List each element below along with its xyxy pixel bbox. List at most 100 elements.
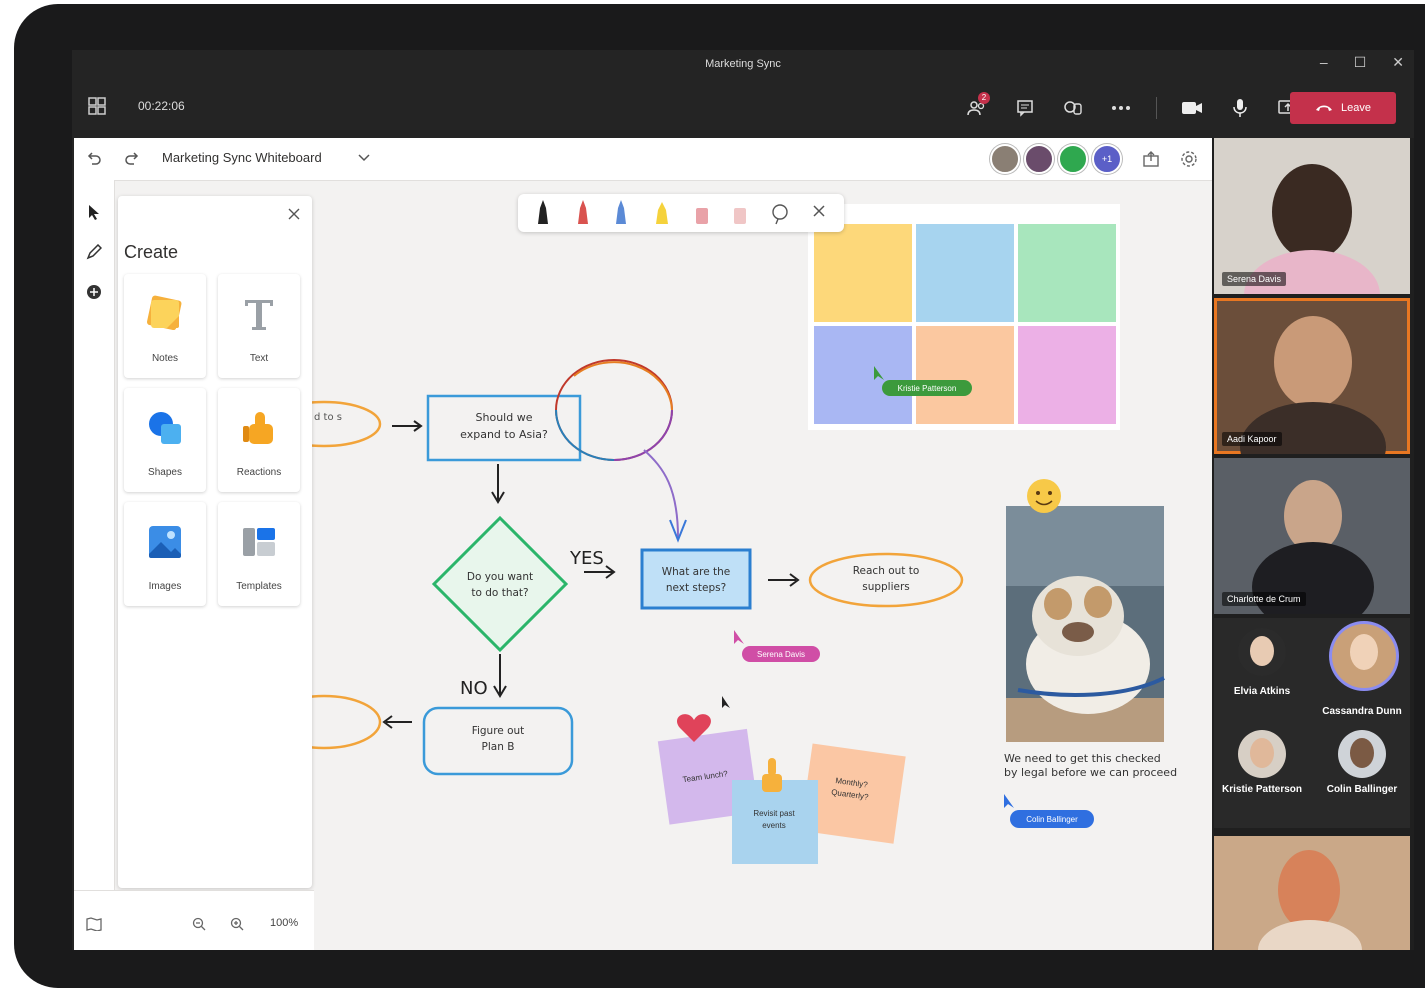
video-tile[interactable]: Serena Davis: [1214, 138, 1410, 294]
share-icon[interactable]: [1142, 150, 1160, 168]
meeting-timer: 00:22:06: [138, 99, 185, 113]
pen-icon: [86, 244, 102, 260]
images-tile[interactable]: Images: [124, 502, 206, 606]
plan-b-line-1: Figure out: [472, 725, 525, 737]
create-heading: Create: [124, 242, 179, 262]
video-tile[interactable]: Charlotte de Crum: [1214, 458, 1410, 614]
no-label: NO: [460, 678, 488, 699]
next-steps-box[interactable]: [640, 548, 752, 610]
teams-window: Marketing Sync – ☐ ✕ 00:22:06 2 Leave d …: [72, 50, 1414, 950]
thumbs-up-icon: [243, 412, 273, 444]
template-cell-blue[interactable]: [916, 224, 1014, 322]
zoom-out-icon[interactable]: [192, 917, 206, 931]
blue-pen-icon[interactable]: [616, 200, 626, 224]
chat-icon: [1017, 100, 1033, 117]
map-icon[interactable]: [86, 917, 102, 931]
shapes-label: Shapes: [148, 467, 182, 478]
reactions-tile[interactable]: Reactions: [218, 388, 300, 492]
template-cell-peach[interactable]: [916, 326, 1014, 424]
eraser-icon[interactable]: [734, 208, 746, 224]
black-pen-icon[interactable]: [538, 200, 548, 224]
participant-name: Cassandra Dunn: [1322, 706, 1402, 717]
suppliers-oval[interactable]: [808, 552, 964, 608]
cursor-label-serena: Serena Davis: [757, 650, 805, 659]
sticky-blue[interactable]: Revisit past events: [732, 780, 818, 864]
more-button[interactable]: [1104, 94, 1138, 122]
camera-button[interactable]: [1175, 94, 1209, 122]
zoom-in-icon[interactable]: [230, 917, 244, 931]
partial-oval-top-text: d to s: [314, 412, 342, 423]
participant-shoulders: [1240, 402, 1386, 454]
plan-b-line-2: Plan B: [482, 741, 515, 753]
select-tool-button[interactable]: [74, 192, 114, 232]
decision-diamond[interactable]: [431, 515, 569, 653]
redo-icon[interactable]: [124, 151, 140, 167]
leave-button[interactable]: Leave: [1290, 92, 1396, 124]
avatar[interactable]: [1338, 730, 1386, 778]
legal-note-line1: We need to get this checked: [1004, 752, 1161, 765]
cursor-pointer-pink-icon: [734, 630, 744, 644]
decision-line-1: Do you want: [467, 571, 533, 583]
minimize-button[interactable]: –: [1320, 54, 1328, 71]
template-cell-green[interactable]: [1018, 224, 1116, 322]
participant-name: Serena Davis: [1222, 272, 1287, 286]
question-line-2: expand to Asia?: [460, 428, 548, 441]
notes-tile[interactable]: Notes: [124, 274, 206, 378]
template-cell-yellow[interactable]: [814, 224, 912, 322]
avatar[interactable]: [1058, 144, 1088, 174]
layout-grid-icon[interactable]: [88, 97, 106, 115]
participant-videos: Serena Davis Aadi Kapoor Charlotte de Cr…: [1212, 138, 1414, 950]
bulldog-image[interactable]: [1006, 506, 1165, 742]
highlighter-icon[interactable]: [656, 202, 668, 224]
avatar[interactable]: [1024, 144, 1054, 174]
mic-button[interactable]: [1223, 94, 1257, 122]
red-pen-icon[interactable]: [578, 200, 588, 224]
avatar-speaking[interactable]: [1332, 624, 1396, 688]
video-tile[interactable]: [1214, 836, 1410, 950]
suppliers-line-1: Reach out to: [853, 565, 920, 577]
participant-grid: Elvia Atkins Cassandra Dunn Kristie Patt…: [1214, 618, 1410, 828]
video-tile-active-speaker[interactable]: Aadi Kapoor: [1214, 298, 1410, 454]
device-frame: Marketing Sync – ☐ ✕ 00:22:06 2 Leave d …: [14, 4, 1425, 988]
text-icon: [245, 300, 273, 330]
reactions-button[interactable]: [1056, 94, 1090, 122]
reactions-label: Reactions: [236, 467, 282, 478]
text-tile[interactable]: Text: [218, 274, 300, 378]
close-icon[interactable]: [813, 205, 825, 217]
template-icon: [243, 528, 275, 556]
divider: [1156, 97, 1157, 119]
decision-line-2: to do that?: [471, 587, 528, 599]
chat-button[interactable]: [1008, 94, 1042, 122]
add-tool-button[interactable]: [74, 272, 114, 312]
suppliers-line-2: suppliers: [862, 581, 910, 593]
zoom-bar: 100%: [74, 890, 314, 950]
meeting-title: Marketing Sync: [705, 58, 781, 70]
participants-button[interactable]: 2: [960, 92, 994, 122]
zoom-level[interactable]: 100%: [270, 917, 298, 929]
templates-tile[interactable]: Templates: [218, 502, 300, 606]
avatar[interactable]: [990, 144, 1020, 174]
whiteboard[interactable]: d to s Should we expand to Asia? Do you …: [74, 138, 1212, 950]
more-collaborators-badge[interactable]: +1: [1092, 144, 1122, 174]
participant-shoulders: [1258, 920, 1362, 950]
meeting-controls: 2: [960, 92, 1305, 122]
shapes-tile[interactable]: Shapes: [124, 388, 206, 492]
chevron-down-icon[interactable]: [358, 154, 370, 162]
thumbs-up-reaction-icon: [762, 758, 782, 792]
template-cell-pink[interactable]: [1018, 326, 1116, 424]
close-icon[interactable]: [288, 208, 300, 220]
template-cell-lavender[interactable]: [814, 326, 912, 424]
pen-tool-button[interactable]: [74, 232, 114, 272]
yes-label: YES: [569, 548, 604, 569]
whiteboard-title[interactable]: Marketing Sync Whiteboard: [162, 150, 322, 165]
collaborator-avatars[interactable]: +1: [990, 144, 1122, 174]
avatar[interactable]: [1238, 730, 1286, 778]
lasso-icon[interactable]: [772, 204, 788, 225]
avatar[interactable]: [1238, 628, 1286, 676]
pink-eraser-icon[interactable]: [696, 208, 708, 224]
microphone-icon: [1233, 99, 1247, 117]
maximize-button[interactable]: ☐: [1354, 54, 1367, 71]
close-window-button[interactable]: ✕: [1392, 54, 1404, 71]
undo-icon[interactable]: [86, 151, 102, 167]
gear-icon[interactable]: [1180, 150, 1198, 168]
